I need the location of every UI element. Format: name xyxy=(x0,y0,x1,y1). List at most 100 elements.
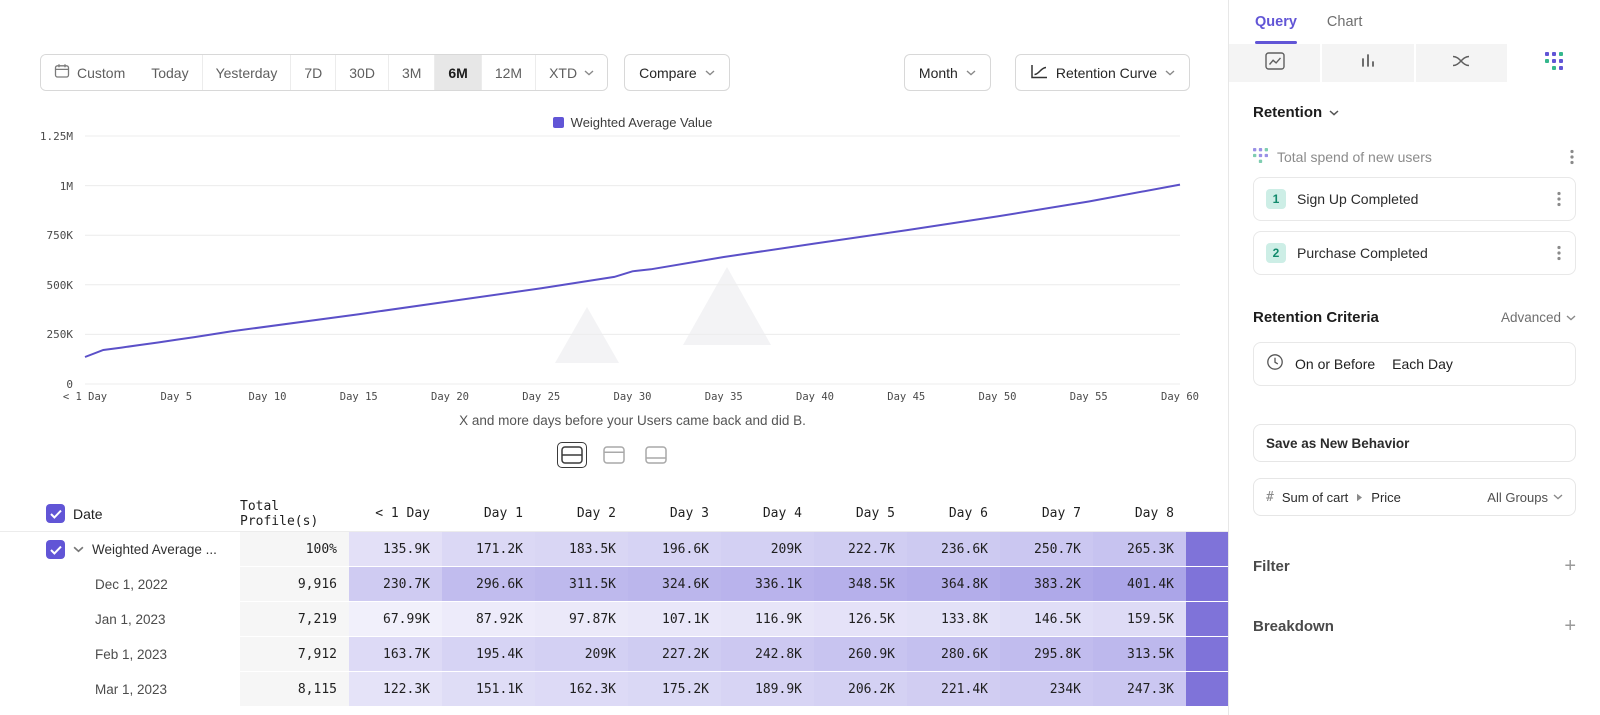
retention-cell[interactable]: 247.3K xyxy=(1093,672,1186,707)
behavior-step-1[interactable]: 1 Sign Up Completed xyxy=(1253,177,1576,221)
range-xtd[interactable]: XTD xyxy=(535,55,607,90)
tab-query[interactable]: Query xyxy=(1255,0,1297,44)
retention-cell[interactable]: 206.2K xyxy=(814,672,907,707)
groups-dropdown[interactable]: All Groups xyxy=(1487,490,1563,505)
column-header[interactable]: Day 3 xyxy=(628,496,721,531)
column-header[interactable]: Day 1 xyxy=(442,496,535,531)
row-label: Weighted Average ... xyxy=(92,542,217,557)
column-header[interactable]: Day 6 xyxy=(907,496,1000,531)
range-3m[interactable]: 3M xyxy=(388,55,434,90)
table-row[interactable]: Dec 1, 20229,916230.7K296.6K311.5K324.6K… xyxy=(0,567,1228,602)
retention-cell[interactable]: 151.1K xyxy=(442,672,535,707)
retention-cell[interactable]: 313.5K xyxy=(1093,637,1186,672)
range-30d[interactable]: 30D xyxy=(335,55,388,90)
behavior-kebab-menu[interactable] xyxy=(1568,147,1576,167)
retention-cell[interactable]: 348.5K xyxy=(814,567,907,602)
step-kebab-menu[interactable] xyxy=(1555,189,1563,209)
retention-cell[interactable]: 183.5K xyxy=(535,532,628,567)
granularity-button[interactable]: Month xyxy=(904,54,991,91)
measure-row[interactable]: # Sum of cart Price All Groups xyxy=(1253,478,1576,516)
retention-cell[interactable]: 265.3K xyxy=(1093,532,1186,567)
range-today[interactable]: Today xyxy=(138,55,201,90)
retention-cell[interactable]: 311.5K xyxy=(535,567,628,602)
row-size-toggle-tall[interactable] xyxy=(641,442,671,468)
column-header[interactable]: < 1 Day xyxy=(349,496,442,531)
column-header[interactable]: Day 7 xyxy=(1000,496,1093,531)
retention-cell[interactable]: 87.92K xyxy=(442,602,535,637)
retention-cell[interactable]: 196.6K xyxy=(628,532,721,567)
compare-button[interactable]: Compare xyxy=(624,54,730,91)
chart-type-button[interactable]: Retention Curve xyxy=(1015,54,1190,91)
table-row[interactable]: Jan 1, 20237,21967.99K87.92K97.87K107.1K… xyxy=(0,602,1228,637)
retention-cell[interactable]: 146.5K xyxy=(1000,602,1093,637)
criteria-condition-row[interactable]: On or Before Each Day xyxy=(1253,342,1576,386)
report-type-flows[interactable] xyxy=(1414,44,1507,82)
retention-cell[interactable]: 222.7K xyxy=(814,532,907,567)
tab-chart[interactable]: Chart xyxy=(1327,0,1362,44)
retention-cell[interactable]: 295.8K xyxy=(1000,637,1093,672)
retention-cell[interactable]: 195.4K xyxy=(442,637,535,672)
step-kebab-menu[interactable] xyxy=(1555,243,1563,263)
column-header[interactable]: Day 4 xyxy=(721,496,814,531)
retention-cell[interactable]: 107.1K xyxy=(628,602,721,637)
retention-cell[interactable]: 209K xyxy=(535,637,628,672)
retention-cell[interactable]: 171.2K xyxy=(442,532,535,567)
retention-cell[interactable]: 280.6K xyxy=(907,637,1000,672)
retention-cell[interactable]: 67.99K xyxy=(349,602,442,637)
retention-cell[interactable]: 175.2K xyxy=(628,672,721,707)
table-row[interactable]: Feb 1, 20237,912163.7K195.4K209K227.2K24… xyxy=(0,637,1228,672)
add-filter-button[interactable]: + xyxy=(1564,556,1576,576)
retention-cell[interactable]: 163.7K xyxy=(349,637,442,672)
retention-cell[interactable]: 209K xyxy=(721,532,814,567)
range-yesterday[interactable]: Yesterday xyxy=(202,55,291,90)
retention-cell[interactable]: 97.87K xyxy=(535,602,628,637)
plot-area[interactable] xyxy=(85,136,1180,384)
retention-cell[interactable]: 336.1K xyxy=(721,567,814,602)
column-header[interactable]: Total Profile(s) xyxy=(240,496,349,531)
retention-cell[interactable]: 159.5K xyxy=(1093,602,1186,637)
retention-cell[interactable]: 296.6K xyxy=(442,567,535,602)
row-size-toggle-compact[interactable] xyxy=(557,442,587,468)
retention-cell[interactable]: 234K xyxy=(1000,672,1093,707)
retention-cell[interactable]: 135.9K xyxy=(349,532,442,567)
retention-cell[interactable]: 364.8K xyxy=(907,567,1000,602)
column-header[interactable]: Day 2 xyxy=(535,496,628,531)
retention-cell[interactable]: 189.9K xyxy=(721,672,814,707)
retention-cell[interactable]: 221.4K xyxy=(907,672,1000,707)
range-6m[interactable]: 6M xyxy=(434,55,480,90)
report-type-funnels[interactable] xyxy=(1320,44,1413,82)
range-12m[interactable]: 12M xyxy=(481,55,535,90)
table-row[interactable]: Mar 1, 20238,115122.3K151.1K162.3K175.2K… xyxy=(0,672,1228,707)
retention-cell[interactable]: 126.5K xyxy=(814,602,907,637)
report-type-retention[interactable] xyxy=(1507,44,1600,82)
retention-cell[interactable]: 242.8K xyxy=(721,637,814,672)
retention-section-toggle[interactable]: Retention xyxy=(1253,104,1576,121)
save-as-new-behavior-button[interactable]: Save as New Behavior xyxy=(1253,424,1576,462)
retention-cell[interactable]: 383.2K xyxy=(1000,567,1093,602)
chevron-down-icon xyxy=(705,70,715,76)
retention-cell[interactable]: 122.3K xyxy=(349,672,442,707)
retention-cell[interactable]: 260.9K xyxy=(814,637,907,672)
retention-cell[interactable]: 230.7K xyxy=(349,567,442,602)
column-header[interactable]: Day 8 xyxy=(1093,496,1186,531)
range-7d[interactable]: 7D xyxy=(290,55,335,90)
retention-cell[interactable]: 236.6K xyxy=(907,532,1000,567)
retention-cell[interactable]: 250.7K xyxy=(1000,532,1093,567)
column-header[interactable]: Day 5 xyxy=(814,496,907,531)
retention-cell[interactable]: 162.3K xyxy=(535,672,628,707)
retention-cell[interactable]: 401.4K xyxy=(1093,567,1186,602)
report-type-insights[interactable] xyxy=(1229,44,1320,82)
custom-date-button[interactable]: Custom xyxy=(41,55,138,90)
retention-cell[interactable]: 324.6K xyxy=(628,567,721,602)
retention-cell[interactable]: 116.9K xyxy=(721,602,814,637)
row-size-toggle-medium[interactable] xyxy=(599,442,629,468)
row-checkbox[interactable] xyxy=(46,540,65,559)
select-all-checkbox[interactable] xyxy=(46,504,65,523)
retention-cell[interactable]: 227.2K xyxy=(628,637,721,672)
behavior-step-2[interactable]: 2 Purchase Completed xyxy=(1253,231,1576,275)
retention-cell[interactable]: 133.8K xyxy=(907,602,1000,637)
chevron-down-icon[interactable] xyxy=(73,546,84,553)
add-breakdown-button[interactable]: + xyxy=(1564,616,1576,636)
table-row[interactable]: Weighted Average ...100%135.9K171.2K183.… xyxy=(0,532,1228,567)
criteria-mode-dropdown[interactable]: Advanced xyxy=(1501,310,1576,325)
